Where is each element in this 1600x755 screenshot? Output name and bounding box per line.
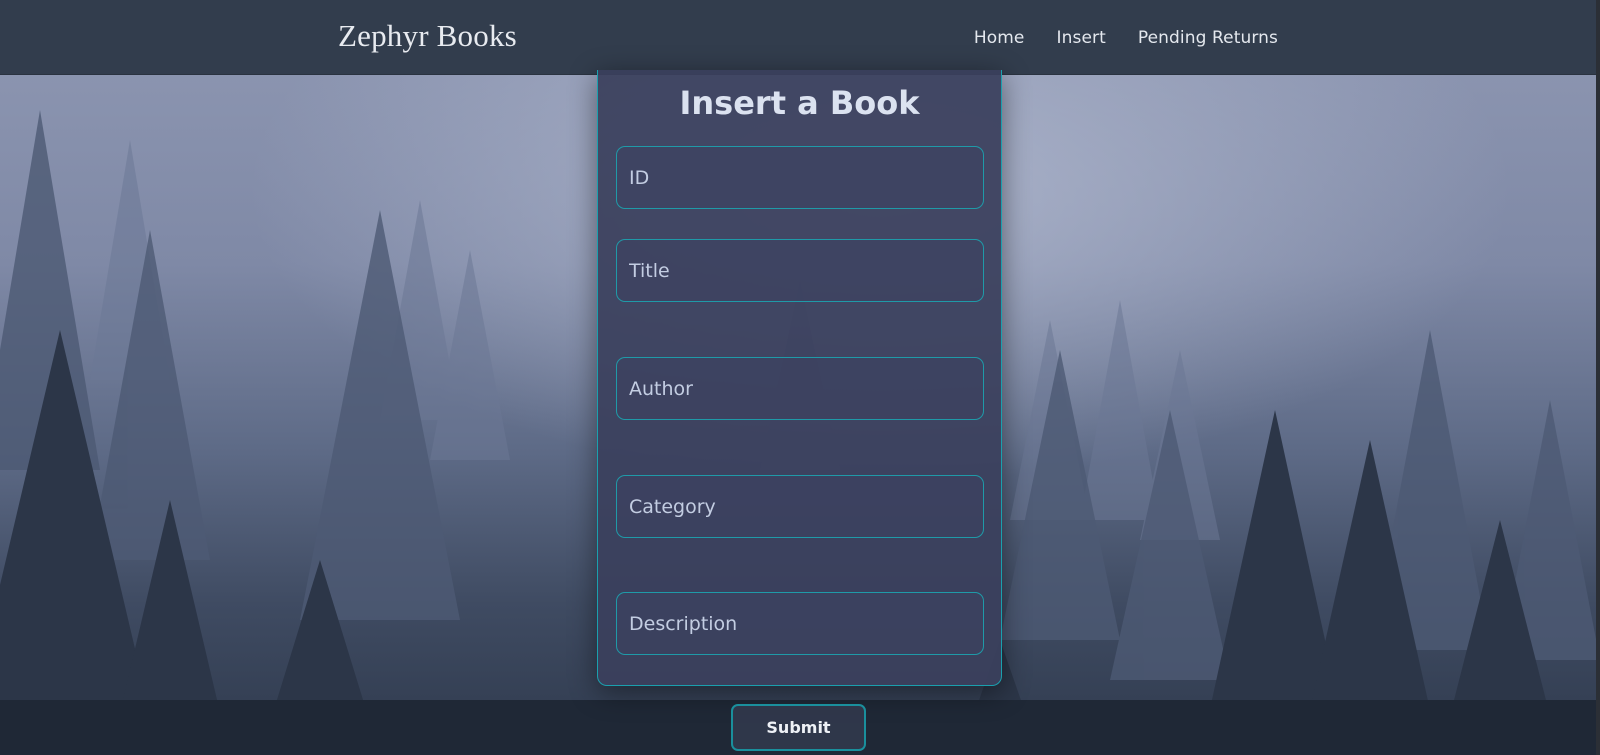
nav-link-insert[interactable]: Insert (1057, 28, 1106, 48)
id-input[interactable] (616, 146, 984, 209)
submit-button[interactable]: Submit (731, 704, 866, 751)
navbar: Zephyr Books Home Insert Pending Returns (0, 0, 1600, 75)
insert-book-card: Insert a Book (597, 70, 1002, 686)
description-input[interactable] (616, 592, 984, 655)
author-input[interactable] (616, 357, 984, 420)
nav-link-pending-returns[interactable]: Pending Returns (1138, 28, 1278, 48)
brand-logo[interactable]: Zephyr Books (338, 18, 517, 54)
scrollbar-gutter (1596, 0, 1600, 755)
nav-links: Home Insert Pending Returns (974, 0, 1278, 75)
category-input[interactable] (616, 475, 984, 538)
form-title: Insert a Book (679, 84, 920, 122)
title-input[interactable] (616, 239, 984, 302)
nav-link-home[interactable]: Home (974, 28, 1025, 48)
